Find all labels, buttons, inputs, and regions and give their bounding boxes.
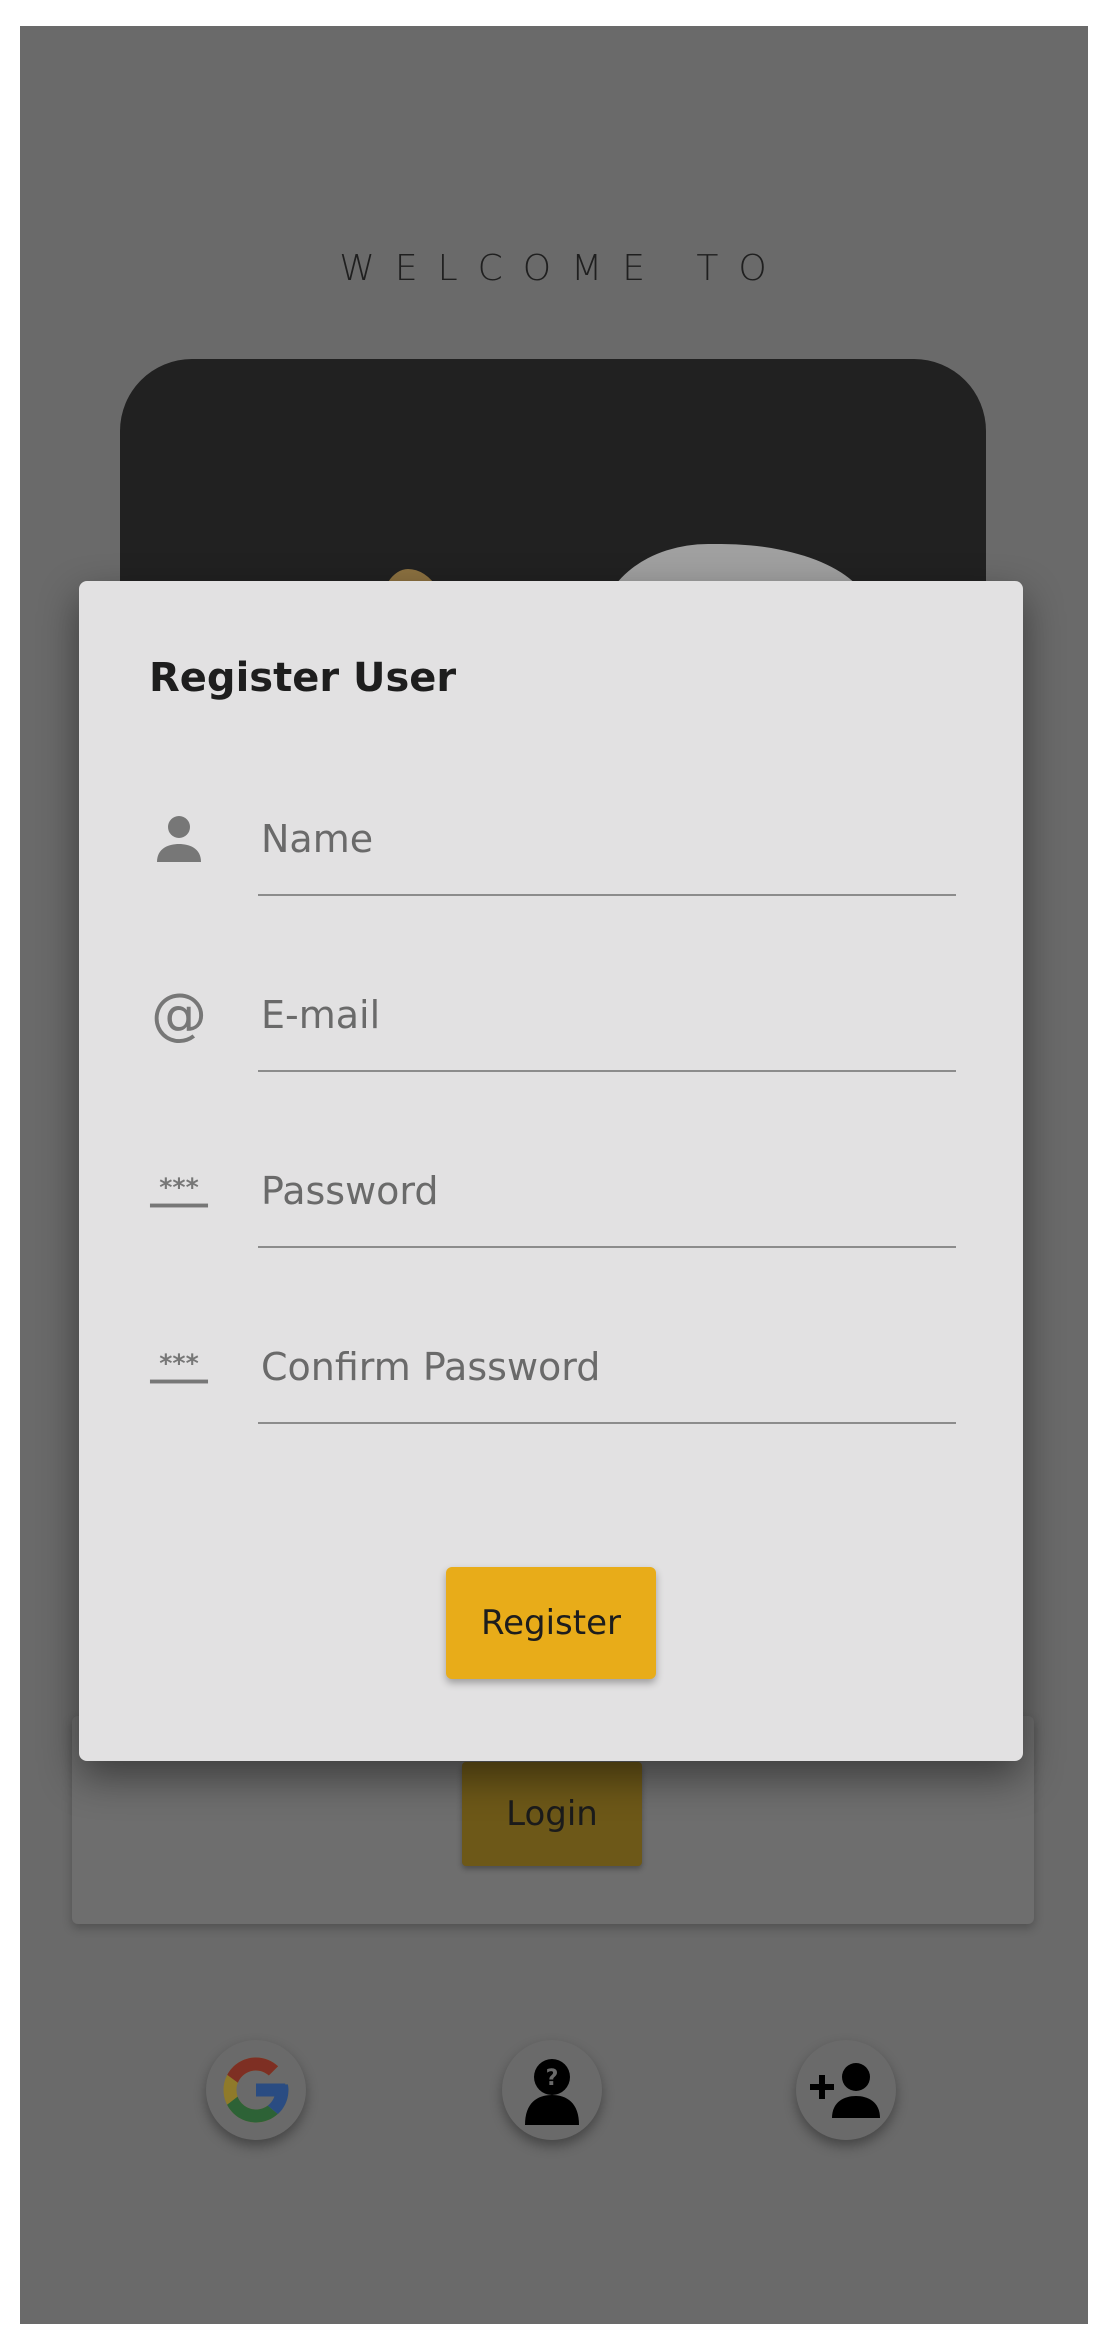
svg-text:?: ? (546, 2066, 559, 2091)
svg-text:***: *** (159, 1173, 198, 1202)
register-dialog: Register User @ (79, 581, 1023, 1761)
anonymous-signin-button[interactable]: ? (502, 2040, 602, 2140)
app-screen: WELCOME TO Login ? Register User Name @ … (20, 26, 1088, 2324)
password-icon: *** (149, 1337, 209, 1397)
add-user-icon (810, 2063, 880, 2118)
register-user-button[interactable] (796, 2040, 896, 2140)
email-input[interactable] (261, 985, 951, 1045)
email-field-row: @ (79, 957, 1023, 1133)
name-field-row (79, 781, 1023, 957)
password-icon: *** (149, 1161, 209, 1221)
password-field-row: *** (79, 1133, 1023, 1309)
confirm-password-input[interactable] (261, 1337, 951, 1397)
google-icon (223, 2057, 289, 2123)
email-underline (258, 1070, 956, 1072)
google-signin-button[interactable] (206, 2040, 306, 2140)
login-button[interactable]: Login (462, 1762, 642, 1866)
password-input[interactable] (261, 1161, 951, 1221)
anonymous-user-icon: ? (525, 2059, 579, 2125)
name-underline (258, 894, 956, 896)
at-icon: @ (149, 985, 209, 1045)
svg-text:***: *** (159, 1349, 198, 1378)
register-button[interactable]: Register (446, 1567, 656, 1679)
person-icon (149, 809, 209, 869)
svg-text:@: @ (151, 985, 207, 1045)
password-underline (258, 1246, 956, 1248)
confirm-password-underline (258, 1422, 956, 1424)
confirm-password-field-row: *** (79, 1309, 1023, 1485)
welcome-heading: WELCOME TO (339, 248, 787, 289)
name-input[interactable] (261, 809, 951, 869)
dialog-title: Register User (149, 655, 457, 701)
